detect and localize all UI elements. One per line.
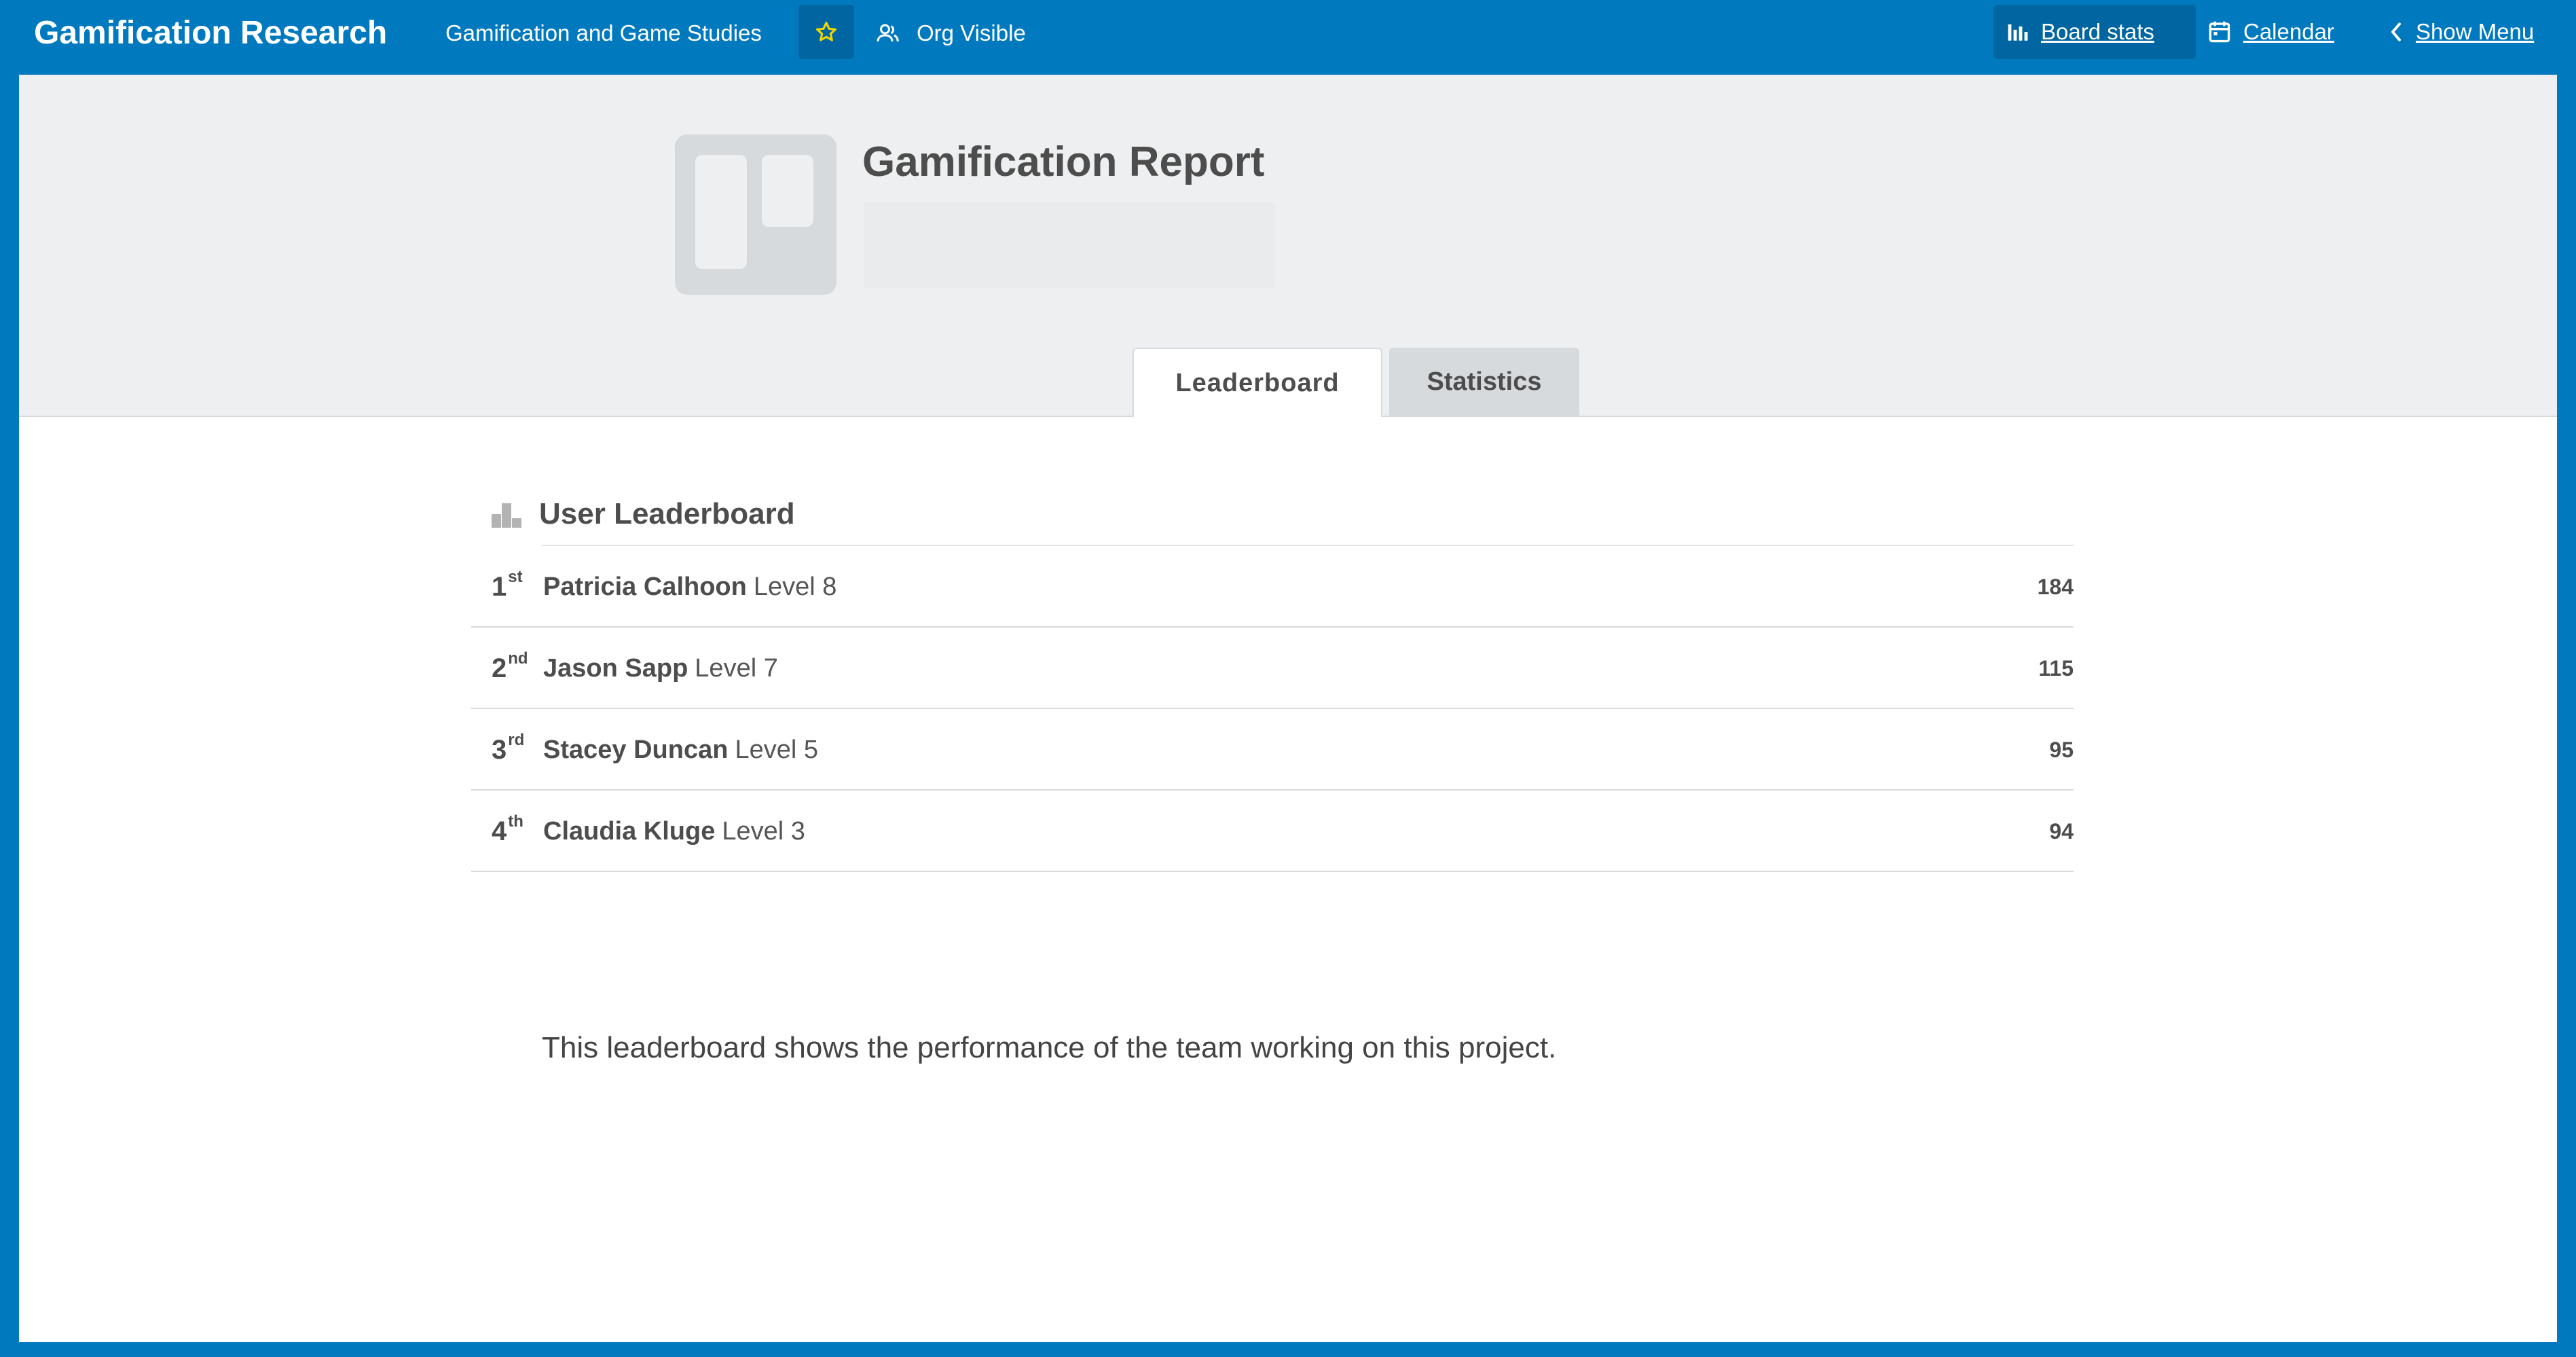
leaderboard-row: 3rd Stacey Duncan Level 5 95 xyxy=(471,709,2074,791)
calendar-icon xyxy=(2209,21,2230,43)
member-name[interactable]: Patricia Calhoon Level 8 xyxy=(543,546,836,628)
tab-statistics[interactable]: Statistics xyxy=(1389,348,1579,416)
show-menu-button[interactable]: Show Menu xyxy=(2389,5,2534,59)
report-header: Gamification Report Leaderboard Statisti… xyxy=(19,75,2557,417)
board-stats-button[interactable]: Board stats xyxy=(1993,5,2196,59)
member-score: 115 xyxy=(2038,656,2074,681)
member-name[interactable]: Stacey Duncan Level 5 xyxy=(543,709,818,791)
calendar-label: Calendar xyxy=(2243,19,2334,44)
tab-leaderboard[interactable]: Leaderboard xyxy=(1133,348,1382,417)
leaderboard-header: User Leaderboard xyxy=(490,481,795,547)
leaderboard-note: This leaderboard shows the performance o… xyxy=(542,1031,1557,1064)
leaderboard-list: 1st Patricia Calhoon Level 8 184 2nd Jaso… xyxy=(471,546,2074,872)
board-title[interactable]: Gamification Research xyxy=(34,12,387,54)
rank: 4th xyxy=(492,812,523,847)
org-visible-icon xyxy=(877,24,899,42)
member-level: Level 8 xyxy=(753,573,837,601)
star-icon xyxy=(815,21,837,41)
bar-chart-icon xyxy=(2008,24,2028,41)
top-bar: Gamification Research Gamification and G… xyxy=(0,0,2576,75)
visibility-label: Org Visible xyxy=(917,20,1026,46)
report-title: Gamification Report xyxy=(862,139,1265,185)
leaderboard-row: 4th Claudia Kluge Level 3 94 xyxy=(471,791,2074,872)
board-stats-label: Board stats xyxy=(2041,19,2154,44)
report-panel: Gamification Report Leaderboard Statisti… xyxy=(19,75,2557,1342)
visibility-button[interactable]: Org Visible xyxy=(876,12,1026,54)
star-button[interactable] xyxy=(798,5,854,59)
leaderboard-row: 1st Patricia Calhoon Level 8 184 xyxy=(471,546,2074,628)
member-level: Level 3 xyxy=(722,817,805,846)
leaderboard-row: 2nd Jason Sapp Level 7 115 xyxy=(471,628,2074,709)
calendar-button[interactable]: Calendar xyxy=(2208,5,2334,59)
member-score: 95 xyxy=(2049,738,2074,762)
podium-icon xyxy=(492,503,521,528)
member-name[interactable]: Jason Sapp Level 7 xyxy=(543,628,778,709)
member-name[interactable]: Claudia Kluge Level 3 xyxy=(543,791,805,872)
member-level: Level 7 xyxy=(695,654,778,683)
chevron-left-icon xyxy=(2391,22,2401,41)
team-name-link[interactable]: Gamification and Game Studies xyxy=(445,12,762,54)
rank: 2nd xyxy=(492,649,528,684)
member-score: 184 xyxy=(2037,575,2074,599)
member-score: 94 xyxy=(2049,819,2074,844)
rank: 3rd xyxy=(492,731,525,765)
member-level: Level 5 xyxy=(735,736,818,764)
leaderboard-title: User Leaderboard xyxy=(539,497,795,530)
rank: 1st xyxy=(492,568,523,602)
report-description-field[interactable] xyxy=(864,202,1275,288)
show-menu-label: Show Menu xyxy=(2416,19,2535,44)
board-logo-icon xyxy=(675,134,836,295)
